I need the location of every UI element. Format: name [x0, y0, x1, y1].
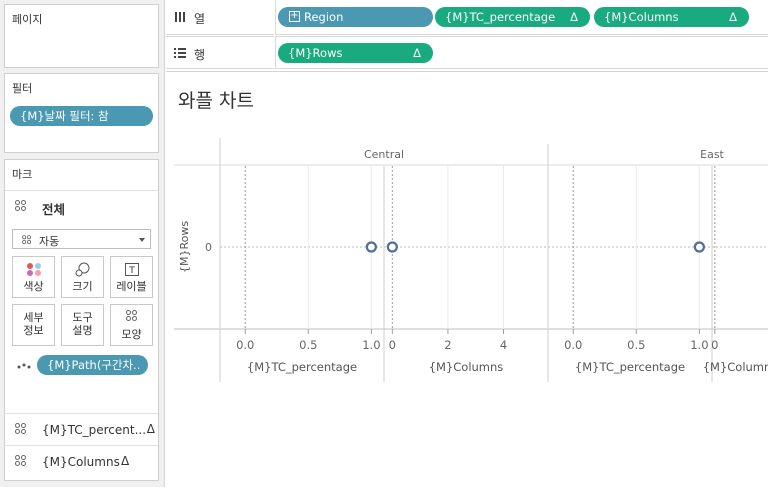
x-tick-label: 2	[444, 338, 451, 352]
columns-pill-tc-percentage[interactable]: {M}TC_percentage Δ	[435, 7, 590, 27]
columns-pill-region[interactable]: + Region	[278, 7, 433, 27]
columns-icon	[175, 12, 185, 22]
marks-field-label: {M}Columns	[42, 455, 120, 469]
detail-label: 세부 정보	[23, 311, 44, 337]
rows-label: 행	[194, 48, 206, 62]
x-tick-label: 0.0	[564, 338, 582, 352]
color-button[interactable]: 색상	[12, 256, 55, 298]
color-label: 색상	[23, 280, 44, 293]
path-pill[interactable]: {M}Path(구간차..	[37, 355, 148, 375]
shape-button[interactable]: 모양	[110, 304, 153, 346]
shape-label: 모양	[121, 328, 142, 341]
color-icon	[26, 262, 42, 277]
x-tick-label: 0	[389, 338, 396, 352]
marks-field-icon	[15, 423, 29, 437]
marks-field-columns[interactable]: {M}Columns Δ	[5, 445, 158, 477]
label-label: 레이블	[116, 280, 147, 293]
pages-card[interactable]: 페이지	[4, 4, 159, 68]
region-header: Central	[364, 148, 404, 161]
y-axis-title: {M}Rows	[178, 221, 191, 273]
columns-label: 열	[194, 12, 206, 26]
marks-all-label: 전체	[42, 202, 66, 217]
path-icon	[17, 361, 33, 374]
x-tick-label: 0.0	[236, 338, 254, 352]
marks-field-icon	[15, 455, 29, 469]
expand-icon: +	[289, 10, 300, 22]
delta-icon: Δ	[413, 46, 421, 60]
mark-type-value: 자동	[39, 235, 60, 248]
x-axis-title: {M}Columns	[429, 360, 504, 374]
marks-card: 마크 전체 자동 색상 크기 T 레이블 세부 정보 도구 설명 모양 {M}P…	[4, 159, 159, 481]
label-icon: T	[124, 262, 140, 277]
delta-icon: Δ	[146, 422, 155, 436]
rows-pill-rows[interactable]: {M}Rows Δ	[278, 43, 433, 63]
x-tick-label: 0	[711, 338, 718, 352]
x-tick-label: 1.0	[362, 338, 380, 352]
filters-card[interactable]: 필터 {M}날짜 필터: 참	[4, 73, 159, 153]
mark-type-dropdown[interactable]: 자동	[12, 229, 151, 249]
delta-icon: Δ	[729, 10, 737, 24]
columns-shelf[interactable]: + Region {M}TC_percentage Δ {M}Columns Δ	[275, 0, 768, 35]
columns-shelf-label: 열	[166, 0, 274, 35]
shape-icon	[124, 310, 140, 325]
filters-title: 필터	[12, 82, 33, 95]
x-axis-title: {M}TC_percentage	[247, 360, 357, 374]
marks-field-label: {M}TC_percent...	[42, 423, 147, 437]
data-point	[365, 241, 377, 253]
detail-button[interactable]: 세부 정보	[12, 304, 55, 346]
x-tick-label: 0.5	[627, 338, 645, 352]
pill-label: {M}Rows	[288, 46, 343, 60]
marks-all-tab[interactable]: 전체	[5, 190, 158, 222]
marks-field-tc-percentage[interactable]: {M}TC_percent... Δ	[5, 413, 158, 445]
x-axis-title: {M}TC_percentage	[575, 360, 685, 374]
label-button[interactable]: T 레이블	[110, 256, 153, 298]
rows-shelf-label: 행	[166, 36, 274, 69]
x-axis-title: {M}Columns	[703, 360, 768, 374]
data-point	[693, 241, 705, 253]
y-tick-label: 0	[205, 241, 212, 254]
delta-icon: Δ	[121, 454, 130, 468]
x-tick-label: 4	[500, 338, 507, 352]
mark-type-icon	[22, 235, 32, 245]
marks-all-icon	[15, 200, 29, 214]
rows-icon	[174, 48, 186, 58]
marks-title: 마크	[12, 168, 33, 181]
pill-label: {M}TC_percentage	[445, 10, 556, 24]
pill-label: Region	[304, 10, 344, 24]
worksheet-view: 와플 차트 {M}Rows 0 Central 0.0 0.5 1.0 {M}TC_perc…	[166, 71, 768, 487]
size-button[interactable]: 크기	[61, 256, 104, 298]
size-icon	[75, 262, 91, 277]
filter-pill-date[interactable]: {M}날짜 필터: 참	[10, 106, 153, 126]
size-label: 크기	[72, 280, 93, 293]
chart[interactable]: {M}Rows 0 Central 0.0 0.5 1.0 {M}TC_percentage…	[166, 72, 768, 488]
region-header: East	[700, 148, 724, 161]
tooltip-label: 도구 설명	[72, 311, 93, 337]
x-tick-label: 0.5	[299, 338, 317, 352]
pages-title: 페이지	[12, 13, 43, 26]
svg-text:T: T	[128, 266, 135, 276]
rows-shelf[interactable]: {M}Rows Δ	[275, 36, 768, 69]
columns-pill-columns[interactable]: {M}Columns Δ	[594, 7, 749, 27]
pill-label: {M}Columns	[604, 10, 679, 24]
left-pane: 페이지 필터 {M}날짜 필터: 참 마크 전체 자동 색상 크기 T 레이블 …	[0, 0, 165, 487]
chevron-down-icon	[139, 238, 145, 242]
x-tick-label: 1.0	[690, 338, 708, 352]
tooltip-button[interactable]: 도구 설명	[61, 304, 104, 346]
data-point	[386, 241, 398, 253]
delta-icon: Δ	[570, 10, 578, 24]
